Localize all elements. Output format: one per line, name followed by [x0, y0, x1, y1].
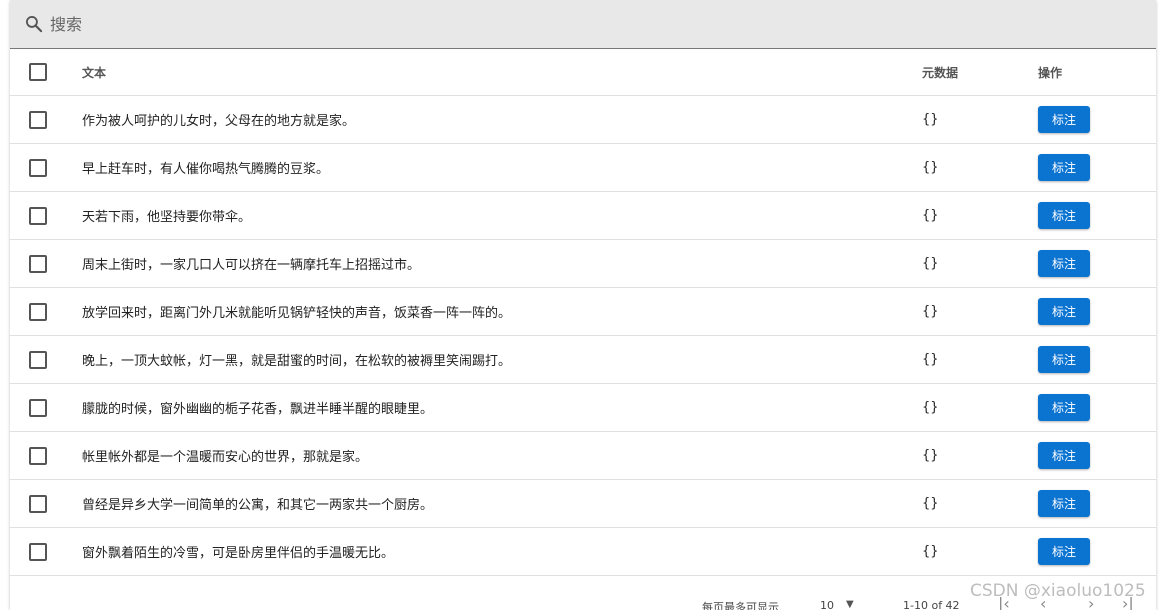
search-icon: [26, 16, 43, 33]
search-bar: [10, 0, 1156, 49]
select-all-checkbox[interactable]: [29, 63, 47, 81]
annotate-button[interactable]: 标注: [1038, 490, 1090, 517]
annotate-button[interactable]: 标注: [1038, 298, 1090, 325]
row-meta: {}: [922, 448, 939, 463]
row-meta: {}: [922, 208, 939, 223]
table-header-row: 文本 元数据 操作: [10, 49, 1156, 96]
row-text: 晚上，一顶大蚊帐，灯一黑，就是甜蜜的时间，在松软的被褥里笑闹踢打。: [82, 354, 512, 369]
table-row: 曾经是异乡大学一间简单的公寓，和其它一两家共一个厨房。 {} 标注: [10, 480, 1156, 528]
row-checkbox[interactable]: [29, 446, 47, 465]
row-meta: {}: [922, 112, 939, 127]
annotate-button[interactable]: 标注: [1038, 106, 1090, 133]
watermark: CSDN @xiaoluo1025: [970, 581, 1146, 601]
annotate-button[interactable]: 标注: [1038, 538, 1090, 565]
column-header-text[interactable]: 文本: [82, 64, 922, 81]
row-text: 曾经是异乡大学一间简单的公寓，和其它一两家共一个厨房。: [82, 498, 434, 513]
row-meta: {}: [922, 160, 939, 175]
row-text: 早上赶车时，有人催你喝热气腾腾的豆浆。: [82, 162, 330, 177]
row-checkbox[interactable]: [29, 542, 47, 561]
row-checkbox[interactable]: [29, 494, 47, 513]
rows-per-page-label: 每页最多可显示: [702, 601, 779, 610]
row-meta: {}: [922, 496, 939, 511]
table-row: 窗外飘着陌生的冷雪，可是卧房里伴侣的手温暖无比。 {} 标注: [10, 528, 1156, 576]
row-meta: {}: [922, 256, 939, 271]
data-table: 文本 元数据 操作 作为被人呵护的儿女时，父母在的地方就是家。 {} 标注 早上…: [10, 49, 1156, 576]
row-meta: {}: [922, 544, 939, 559]
dropdown-caret-icon[interactable]: ▼: [846, 599, 854, 610]
row-checkbox[interactable]: [29, 206, 47, 225]
row-checkbox[interactable]: [29, 350, 47, 369]
column-header-action: 操作: [1038, 65, 1063, 80]
table-row: 帐里帐外都是一个温暖而安心的世界，那就是家。 {} 标注: [10, 432, 1156, 480]
row-checkbox[interactable]: [29, 110, 47, 129]
row-checkbox[interactable]: [29, 158, 47, 177]
row-text: 作为被人呵护的儿女时，父母在的地方就是家。: [82, 114, 356, 129]
annotate-button[interactable]: 标注: [1038, 346, 1090, 373]
search-input[interactable]: [50, 14, 650, 34]
row-text: 窗外飘着陌生的冷雪，可是卧房里伴侣的手温暖无比。: [82, 546, 395, 561]
row-checkbox[interactable]: [29, 302, 47, 321]
annotate-button[interactable]: 标注: [1038, 202, 1090, 229]
row-text: 帐里帐外都是一个温暖而安心的世界，那就是家。: [82, 450, 369, 465]
table-row: 作为被人呵护的儿女时，父母在的地方就是家。 {} 标注: [10, 96, 1156, 144]
annotate-button[interactable]: 标注: [1038, 250, 1090, 277]
row-text: 朦胧的时候，窗外幽幽的栀子花香，飘进半睡半醒的眼睫里。: [82, 402, 434, 417]
data-table-panel: 文本 元数据 操作 作为被人呵护的儿女时，父母在的地方就是家。 {} 标注 早上…: [10, 0, 1156, 610]
row-text: 周末上街时，一家几口人可以挤在一辆摩托车上招摇过市。: [82, 258, 421, 273]
annotate-button[interactable]: 标注: [1038, 154, 1090, 181]
row-checkbox[interactable]: [29, 254, 47, 273]
row-meta: {}: [922, 400, 939, 415]
table-row: 早上赶车时，有人催你喝热气腾腾的豆浆。 {} 标注: [10, 144, 1156, 192]
annotate-button[interactable]: 标注: [1038, 442, 1090, 469]
table-row: 周末上街时，一家几口人可以挤在一辆摩托车上招摇过市。 {} 标注: [10, 240, 1156, 288]
row-meta: {}: [922, 304, 939, 319]
row-text: 放学回来时，距离门外几米就能听见锅铲轻快的声音，饭菜香一阵一阵的。: [82, 306, 512, 321]
rows-per-page-select[interactable]: 10: [820, 599, 834, 610]
annotate-button[interactable]: 标注: [1038, 394, 1090, 421]
table-row: 晚上，一顶大蚊帐，灯一黑，就是甜蜜的时间，在松软的被褥里笑闹踢打。 {} 标注: [10, 336, 1156, 384]
page-range-label: 1-10 of 42: [903, 599, 960, 610]
table-row: 放学回来时，距离门外几米就能听见锅铲轻快的声音，饭菜香一阵一阵的。 {} 标注: [10, 288, 1156, 336]
row-checkbox[interactable]: [29, 398, 47, 417]
column-header-meta[interactable]: 元数据: [922, 64, 1038, 81]
row-text: 天若下雨，他坚持要你带伞。: [82, 210, 252, 225]
table-row: 朦胧的时候，窗外幽幽的栀子花香，飘进半睡半醒的眼睫里。 {} 标注: [10, 384, 1156, 432]
row-meta: {}: [922, 352, 939, 367]
table-row: 天若下雨，他坚持要你带伞。 {} 标注: [10, 192, 1156, 240]
